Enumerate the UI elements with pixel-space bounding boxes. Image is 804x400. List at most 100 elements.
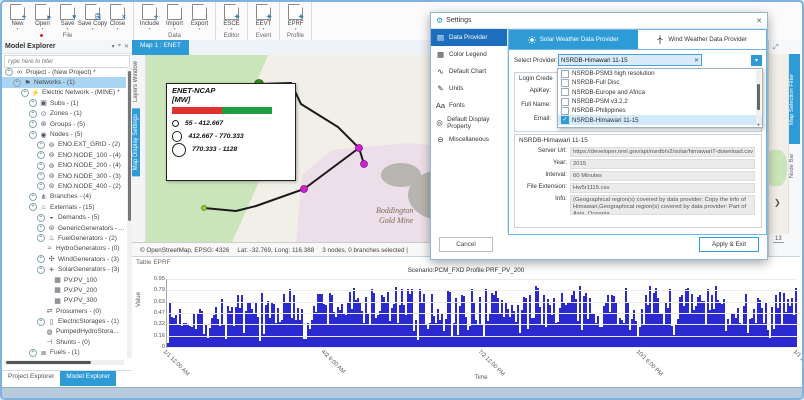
settings-nav-data-provider[interactable]: ▤Data Provider <box>431 29 507 46</box>
ribbon-save-copy-button[interactable]: ⎘Save Copy▾ <box>80 3 105 33</box>
tree-item-solargenerators-3[interactable]: +☀SolarGenerators - (3) <box>2 264 126 274</box>
dropdown-option-nsrdb-psm-v3-2-2[interactable]: NSRDB-PSM v3.2.2 <box>558 97 762 106</box>
tree-item-eno-node-300-3[interactable]: +⊚ENO.NODE_300 - (3) <box>2 171 126 181</box>
tree-item-hydrogenerators-0[interactable]: ≈HydroGenerators - (0) <box>2 244 126 254</box>
ribbon-esce-button[interactable]: ✦ESCE▾ <box>219 3 244 33</box>
tree-expander-icon[interactable]: + <box>29 99 37 107</box>
tree-item-eno-node-200-4[interactable]: +⊚ENO.NODE_200 - (4) <box>2 161 126 171</box>
tree-item-pv-pv-200[interactable]: ▦PV.PV_200 <box>2 285 126 295</box>
tree-item-demands-5[interactable]: +◒Demands - (5) <box>2 212 126 222</box>
tab-map-display-settings[interactable]: Map Display Settings <box>132 108 140 176</box>
apply-exit-button[interactable]: Apply & Exit <box>699 237 759 252</box>
tree-expander-icon[interactable]: + <box>37 318 45 326</box>
tree-item-windgenerators-3[interactable]: +✣WindGenerators - (3) <box>2 254 126 264</box>
ribbon-import-button[interactable]: ↓Import▾ <box>162 3 187 33</box>
ribbon-close-button[interactable]: ×Close▾ <box>105 3 130 33</box>
settings-nav-color-legend[interactable]: ▦Color Legend <box>431 46 507 63</box>
settings-nav-default-chart[interactable]: ∿Default Chart <box>431 63 507 80</box>
tree-expander-icon[interactable]: + <box>29 349 37 357</box>
dialog-close-icon[interactable]: ✕ <box>756 17 762 25</box>
close-icon[interactable]: ✕ <box>124 43 129 50</box>
map-node-small[interactable] <box>201 206 206 211</box>
dropdown-option-nsrdb-philippines[interactable]: NSRDB-Philippines <box>558 106 762 115</box>
dropdown-scrollbar[interactable] <box>756 70 761 126</box>
tab-map-selection-filter[interactable]: Map Selection Filter <box>789 54 800 144</box>
tree-expander-icon[interactable]: + <box>29 110 37 118</box>
tree-item-eno-node-400-2[interactable]: +⊚ENO.NODE_400 - (2) <box>2 181 126 191</box>
cancel-button[interactable]: Cancel <box>439 237 493 252</box>
tree-item-shunts-0[interactable]: ⊣Shunts - (0) <box>2 337 126 347</box>
tree-item-project-new-project[interactable]: +∞Project - (New Project) * <box>2 67 126 77</box>
tree-item-prosumers-0[interactable]: ⇄Prosumers - (0) <box>2 306 126 316</box>
dropdown-option-nsrdb-psm3-high-resolution[interactable]: NSRDB-PSM3 high resolution <box>558 69 762 78</box>
settings-nav-fonts[interactable]: AaFonts <box>431 97 507 114</box>
tree-expander-icon[interactable]: + <box>37 151 45 159</box>
tree-expander-icon[interactable]: + <box>37 214 45 222</box>
settings-nav-default-display-property[interactable]: ◎Default Display Property <box>431 114 507 131</box>
checkbox-icon[interactable] <box>561 88 569 96</box>
tree-item-pv-pv-100[interactable]: ▦PV.PV_100 <box>2 275 126 285</box>
chart-plot-area[interactable]: Value 00.160.320.470.630.790.95 <box>166 279 797 348</box>
tab-wind-weather-provider[interactable]: Wind Weather Data Provider <box>638 30 767 49</box>
expand-icon[interactable]: ⤢ <box>773 44 779 52</box>
ribbon-eprf-button[interactable]: ✦EPRF▾ <box>283 3 308 33</box>
chevron-right-icon[interactable]: ❯ <box>774 198 781 207</box>
tree-expander-icon[interactable]: + <box>37 182 45 190</box>
checkbox-icon[interactable] <box>561 107 569 115</box>
tree-expander-icon[interactable]: + <box>37 172 45 180</box>
tab-model-explorer[interactable]: Model Explorer <box>60 371 116 386</box>
settings-nav-units[interactable]: ✎Units <box>431 80 507 97</box>
ribbon-open-button[interactable]: ▸Open▾ <box>30 3 55 33</box>
field-value[interactable]: 2015 <box>570 159 755 169</box>
tree-expander-icon[interactable]: + <box>13 79 21 87</box>
ribbon-include-button[interactable]: +Include▾ <box>137 3 162 33</box>
dropdown-option-nsrdb-himawari-11-15[interactable]: ✓NSRDB-Himawari 11-15 <box>558 115 762 124</box>
tree-item-networks-1[interactable]: +⚑Networks - (1) <box>2 77 126 87</box>
tree-expander-icon[interactable]: + <box>37 234 45 242</box>
ribbon-export-button[interactable]: ↑Export▾ <box>187 3 212 33</box>
tree-item-branches-4[interactable]: +⋔Branches - (4) <box>2 192 126 202</box>
tab-layers-window[interactable]: Layers Window <box>132 55 140 108</box>
tree-item-fuelgenerators-2[interactable]: +♨FuelGenerators - (2) <box>2 233 126 243</box>
tree-expander-icon[interactable]: + <box>37 224 45 232</box>
tree-item-pumpedhydrostora[interactable]: ◍PumpedHydroStora... <box>2 327 126 337</box>
ribbon-save-button[interactable]: ▾Save▾ <box>55 3 80 33</box>
checkbox-icon[interactable] <box>561 70 569 78</box>
tree-item-fuels-1[interactable]: +≣Fuels - (1) <box>2 348 126 358</box>
combo-dropdown-button[interactable]: ▾ <box>751 55 762 66</box>
checkbox-icon[interactable] <box>561 79 569 87</box>
map-node-magenta-1[interactable] <box>355 145 362 152</box>
tab-solar-weather-provider[interactable]: Solar Weather Data Provider <box>509 30 638 49</box>
tree-item-genericgenerators[interactable]: +⊜GenericGenerators - ... <box>2 223 126 233</box>
tree-item-subs-1[interactable]: +▣Subs - (1) <box>2 98 126 108</box>
map-node-magenta-2[interactable] <box>360 161 367 168</box>
tree-expander-icon[interactable]: + <box>5 68 13 76</box>
tree-item-pv-pv-300[interactable]: ▦PV.PV_300 <box>2 296 126 306</box>
ribbon-eevt-button[interactable]: ✦EEVT▾ <box>251 3 276 33</box>
tree-expander-icon[interactable]: + <box>29 120 37 128</box>
scroll-down-icon[interactable]: ▼ <box>756 122 761 127</box>
dropdown-option-nsrdb-full-disc[interactable]: NSRDB-Full Disc <box>558 78 762 87</box>
provider-combobox[interactable]: NSRDB-Himawari 11-15 ✕ <box>558 54 702 66</box>
checkbox-checked-icon[interactable]: ✓ <box>561 116 569 124</box>
tree-item-eno-ext-grid-2[interactable]: +⊚ENO.EXT_GRID - (2) <box>2 140 126 150</box>
tree-item-electric-network-mine[interactable]: +⚡Electric Network - (MINE) * <box>2 88 126 98</box>
tree-expander-icon[interactable]: + <box>37 141 45 149</box>
tree-expander-icon[interactable]: + <box>37 162 45 170</box>
tree-expander-icon[interactable]: + <box>29 193 37 201</box>
tab-project-explorer[interactable]: Project Explorer <box>2 371 60 386</box>
tree-item-electricstorages-1[interactable]: +▯ElectricStorages - (1) <box>2 316 126 326</box>
tree-filter-input[interactable] <box>5 59 129 65</box>
tree-expander-icon[interactable]: + <box>29 131 37 139</box>
tree-expander-icon[interactable]: + <box>37 266 45 274</box>
tree-item-nodes-5[interactable]: +◉Nodes - (5) <box>2 129 126 139</box>
ribbon-new-button[interactable]: +New▾ <box>5 3 30 33</box>
tree-item-eno-node-100-4[interactable]: +⊚ENO.NODE_100 - (4) <box>2 150 126 160</box>
tab-map-enet[interactable]: Map 1 : ENET <box>132 40 189 55</box>
dropdown-option-nsrdb-europe-and-africa[interactable]: NSRDB-Europe and Africa <box>558 88 762 97</box>
tree-item-groups-5[interactable]: +⊛Groups - (5) <box>2 119 126 129</box>
clear-icon[interactable]: ✕ <box>694 57 699 64</box>
field-value[interactable]: 60 Minutes <box>570 171 755 181</box>
tree-item-externals-15[interactable]: +⌂Externals - (15) <box>2 202 126 212</box>
tree-expander-icon[interactable]: + <box>21 89 29 97</box>
